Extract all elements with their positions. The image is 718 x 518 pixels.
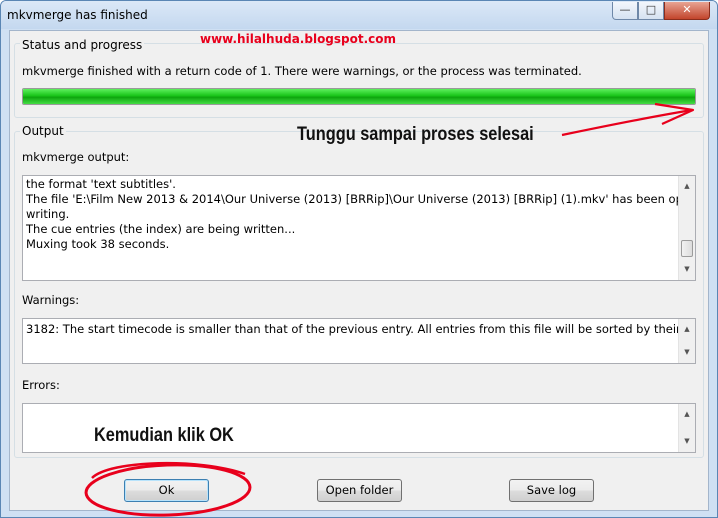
title-bar[interactable]: mkvmerge has finished — □ ✕ [1, 1, 717, 29]
output-line: Muxing took 38 seconds. [26, 237, 170, 251]
close-button[interactable]: ✕ [664, 2, 710, 20]
status-group [14, 43, 704, 118]
warnings-textarea[interactable]: 3182: The start timecode is smaller than… [22, 318, 696, 364]
errors-scrollbar[interactable]: ▲ ▼ [678, 404, 695, 452]
progress-bar [22, 88, 696, 105]
save-log-button[interactable]: Save log [509, 479, 594, 502]
maximize-button[interactable]: □ [638, 2, 664, 20]
minimize-button[interactable]: — [612, 2, 638, 20]
status-message: mkvmerge finished with a return code of … [22, 64, 582, 78]
progress-fill [23, 89, 695, 104]
warning-line: 3182: The start timecode is smaller than… [26, 322, 696, 336]
scroll-up-icon[interactable]: ▲ [679, 179, 695, 194]
output-line: writing. [26, 207, 70, 221]
output-line: the format 'text subtitles'. [26, 177, 176, 191]
ok-button[interactable]: Ok [124, 479, 209, 502]
status-group-label: Status and progress [20, 38, 145, 52]
scroll-down-icon[interactable]: ▼ [679, 262, 695, 277]
scroll-down-icon[interactable]: ▼ [679, 345, 695, 360]
scroll-up-icon[interactable]: ▲ [679, 407, 695, 422]
warnings-label: Warnings: [22, 293, 80, 307]
scroll-down-icon[interactable]: ▼ [679, 434, 695, 449]
output-scrollbar[interactable]: ▲ ▼ [678, 176, 695, 280]
output-label: mkvmerge output: [22, 150, 130, 164]
errors-label: Errors: [22, 378, 60, 392]
scroll-up-icon[interactable]: ▲ [679, 322, 695, 337]
open-folder-button[interactable]: Open folder [317, 479, 402, 502]
window-title: mkvmerge has finished [7, 8, 148, 22]
warnings-scrollbar[interactable]: ▲ ▼ [678, 319, 695, 363]
output-textarea[interactable]: the format 'text subtitles'. The file 'E… [22, 175, 696, 281]
output-line: The cue entries (the index) are being wr… [26, 222, 296, 236]
wait-annotation: Tunggu sampai proses selesai [297, 124, 534, 145]
blog-url-watermark: www.hilalhuda.blogspot.com [200, 32, 397, 46]
output-line: The file 'E:\Film New 2013 & 2014\Our Un… [26, 192, 696, 206]
scroll-thumb[interactable] [681, 240, 693, 257]
output-group-label: Output [20, 124, 66, 138]
click-ok-annotation: Kemudian klik OK [94, 425, 234, 446]
